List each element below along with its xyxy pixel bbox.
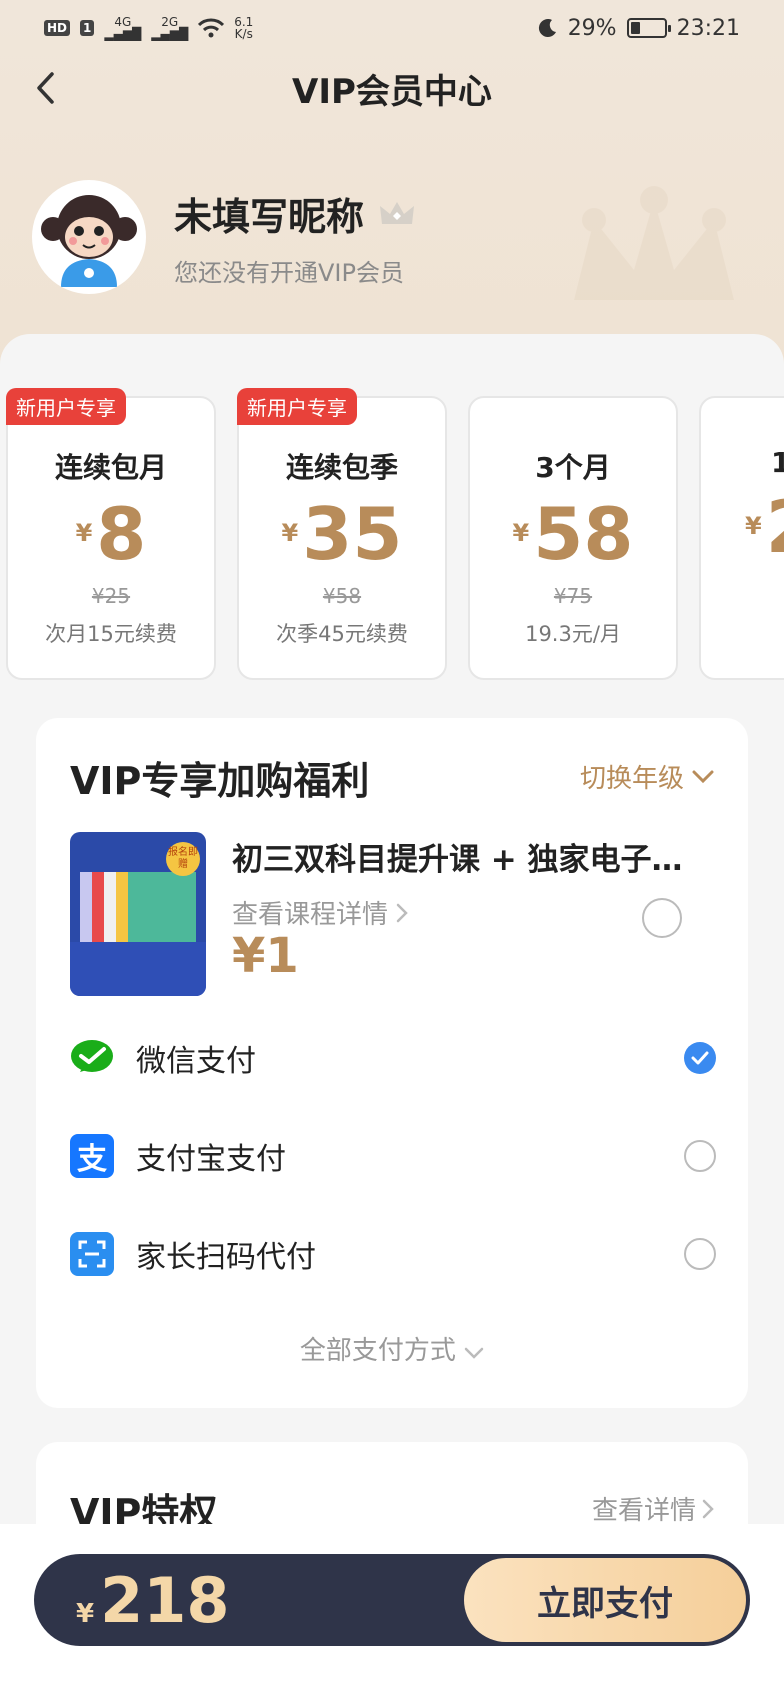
scan-icon	[70, 1232, 114, 1276]
plan-name: 1	[771, 446, 784, 479]
sim-badge: 1	[80, 20, 95, 36]
check-icon	[691, 1051, 709, 1065]
plan-original-price: ¥58	[322, 584, 362, 608]
course-detail-link[interactable]: 查看课程详情	[232, 894, 408, 931]
wifi-icon	[198, 18, 225, 38]
course-title[interactable]: 初三双科目提升课 + 独家电子…	[232, 834, 722, 879]
new-user-tag: 新用户专享	[6, 388, 126, 425]
plan-original-price: ¥75	[553, 584, 593, 608]
switch-grade-label: 切换年级	[579, 764, 684, 794]
network-4g: 4G ▂▄▆█	[104, 15, 142, 41]
pay-now-button[interactable]: 立即支付	[464, 1558, 746, 1642]
payment-radio[interactable]	[684, 1238, 716, 1270]
chevron-down-icon	[464, 1347, 484, 1359]
plan-name: 连续包月	[54, 451, 167, 484]
total-price: ¥ 218	[76, 1564, 230, 1637]
payment-label: 家长扫码代付	[136, 1240, 316, 1275]
course-detail-label: 查看课程详情	[232, 900, 389, 930]
chevron-right-icon	[702, 1499, 714, 1518]
chevron-down-icon	[692, 770, 714, 783]
nickname: 未填写昵称	[174, 195, 365, 239]
plan-note: 19.3元/月	[525, 622, 621, 646]
crown-watermark-icon	[574, 186, 734, 300]
plan-price: ¥35	[281, 492, 403, 576]
plan-card-quarterly[interactable]: 新用户专享 连续包季 ¥35 ¥58 次季45元续费	[237, 388, 447, 680]
plan-name: 3个月	[535, 451, 611, 484]
clock: 23:21	[676, 15, 740, 41]
back-button[interactable]	[22, 64, 70, 112]
battery-icon	[626, 18, 671, 38]
network-speed: 6.1 K/s	[234, 15, 254, 41]
all-payment-label: 全部支付方式	[299, 1336, 456, 1366]
moon-icon	[538, 19, 556, 38]
plan-note: 次月15元续费	[45, 622, 177, 646]
payment-option-wechat[interactable]: 微信支付	[70, 1028, 716, 1088]
payment-option-parent-scan[interactable]: 家长扫码代付	[70, 1224, 716, 1284]
privileges-detail-link[interactable]: 查看详情	[592, 1490, 714, 1527]
payment-radio-checked[interactable]	[684, 1042, 716, 1074]
plan-card-3months[interactable]: 3个月 ¥58 ¥75 19.3元/月	[468, 396, 678, 680]
addon-select-radio[interactable]	[642, 898, 682, 938]
payment-option-alipay[interactable]: 支 支付宝支付	[70, 1126, 716, 1186]
plan-price: ¥2	[745, 491, 784, 563]
plan-price: ¥58	[512, 492, 634, 576]
status-bar: HD 1 4G ▂▄▆█ 2G ▂▄▆█ 6.1 K/s 29% 23:21	[0, 0, 784, 56]
network-2g: 2G ▂▄▆█	[151, 15, 189, 41]
user-profile: 未填写昵称 您还没有开通VIP会员	[32, 180, 416, 294]
page-title: VIP会员中心	[292, 71, 492, 112]
page-header: VIP会员中心	[0, 56, 784, 120]
currency-symbol: ¥	[76, 1598, 95, 1629]
plan-card-partial[interactable]: 1 ¥2	[699, 396, 784, 680]
crown-icon	[380, 201, 415, 224]
plan-name: 连续包季	[285, 451, 398, 484]
plan-list[interactable]: 新用户专享 连续包月 ¥8 ¥25 次月15元续费 新用户专享 连续包季 ¥35…	[0, 380, 784, 680]
hd-badge: HD	[44, 20, 71, 36]
total-amount: 218	[100, 1563, 230, 1637]
new-user-tag: 新用户专享	[237, 388, 357, 425]
plan-note: 次季45元续费	[276, 622, 408, 646]
all-payment-methods-button[interactable]: 全部支付方式	[36, 1330, 748, 1367]
addon-title: VIP专享加购福利	[70, 759, 370, 803]
pay-method-wechat-row[interactable]	[70, 946, 716, 1006]
monkey-avatar-icon	[41, 195, 137, 287]
chevron-right-icon	[396, 903, 408, 922]
alipay-icon: 支	[70, 1134, 114, 1178]
battery-percent: 29%	[567, 15, 617, 41]
switch-grade-button[interactable]: 切换年级	[580, 758, 714, 795]
plan-price: ¥8	[75, 492, 147, 576]
wechat-pay-icon	[70, 1036, 114, 1080]
avatar[interactable]	[32, 180, 146, 294]
pay-bar: ¥ 218 立即支付	[34, 1554, 750, 1646]
payment-radio[interactable]	[684, 1140, 716, 1172]
plan-card-monthly[interactable]: 新用户专享 连续包月 ¥8 ¥25 次月15元续费	[6, 388, 216, 680]
vip-status-text: 您还没有开通VIP会员	[174, 259, 404, 287]
gift-badge: 报名即赠	[166, 842, 200, 876]
privileges-detail-label: 查看详情	[591, 1496, 696, 1526]
chevron-left-icon	[37, 72, 54, 104]
payment-label: 微信支付	[136, 1044, 256, 1079]
payment-label: 支付宝支付	[136, 1142, 286, 1177]
plan-original-price: ¥25	[91, 584, 131, 608]
